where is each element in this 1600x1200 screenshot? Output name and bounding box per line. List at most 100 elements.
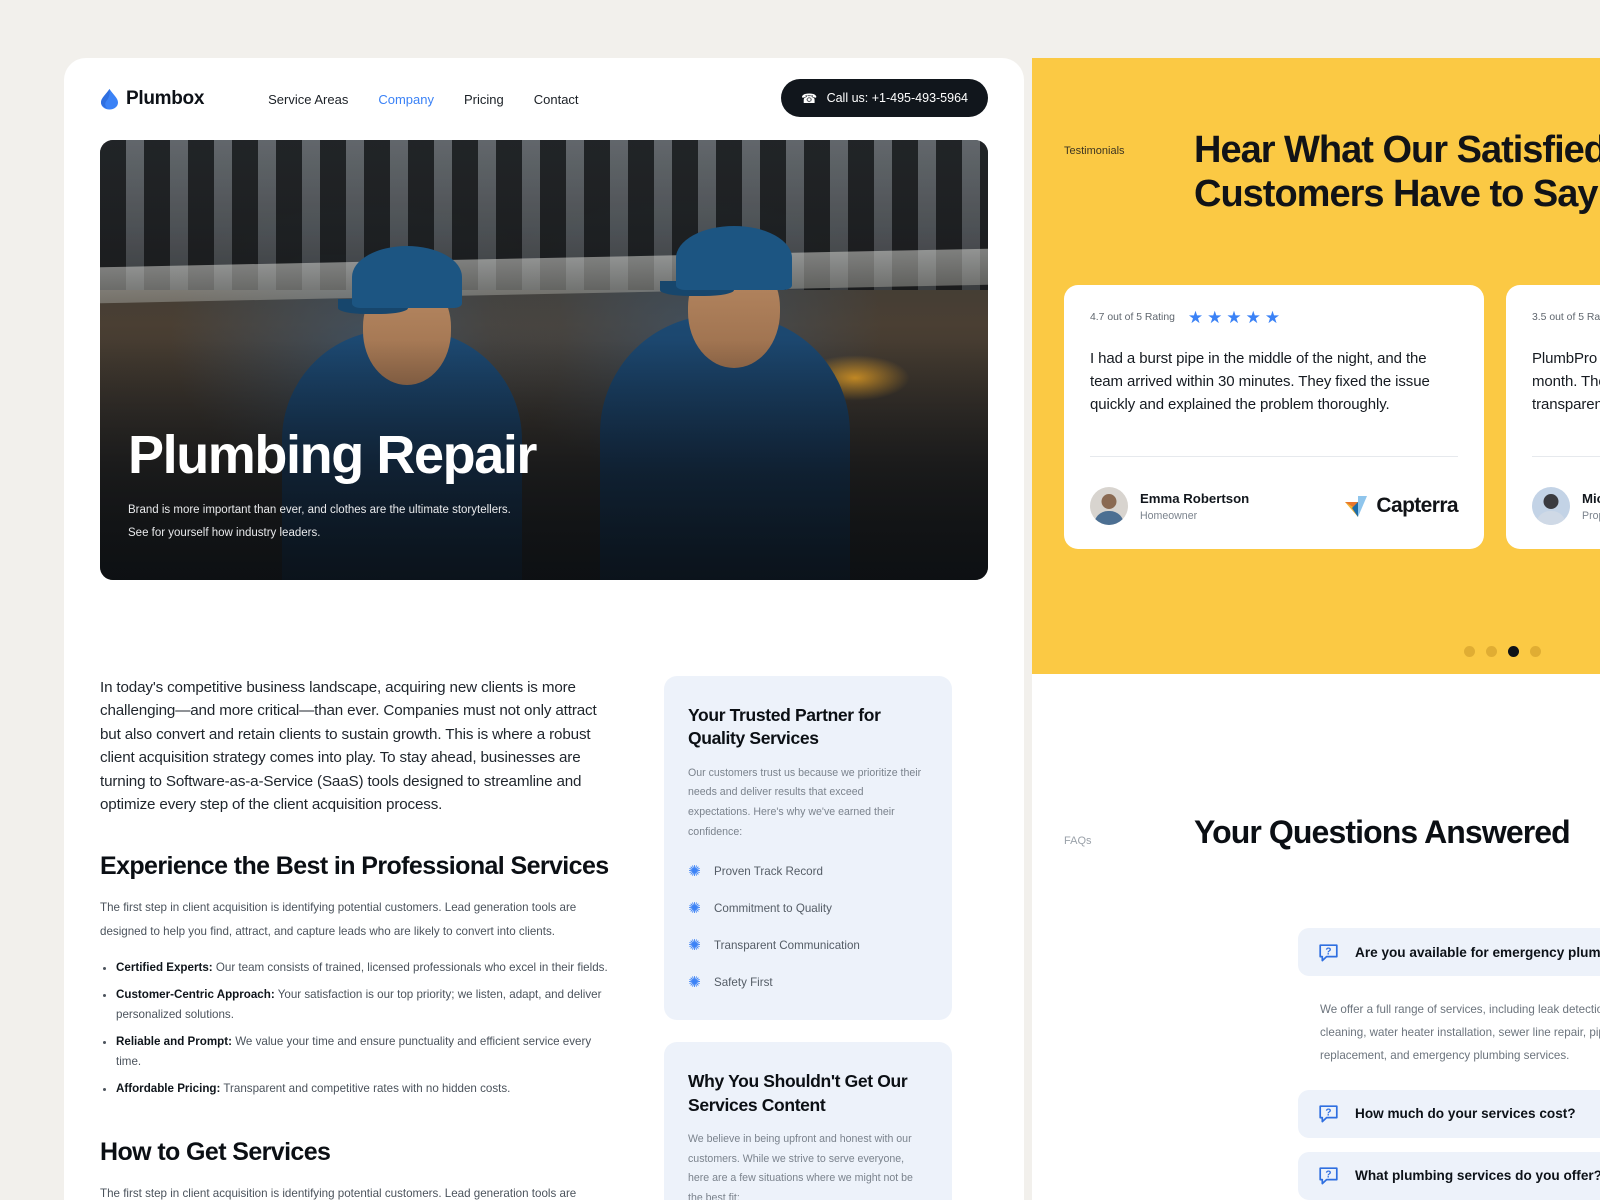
bullet-text: Our team consists of trained, licensed p… xyxy=(212,960,608,974)
card-heading: Why You Shouldn't Get Our Services Conte… xyxy=(688,1071,908,1115)
svg-text:?: ? xyxy=(1325,1169,1331,1180)
asterisk-icon: ✺ xyxy=(688,937,701,955)
phone-icon: ☎ xyxy=(801,90,818,106)
feature-row: ✺ Safety First xyxy=(688,975,928,990)
bullet-label: Certified Experts: xyxy=(116,960,213,974)
call-us-button[interactable]: ☎ Call us: +1-495-493-5964 xyxy=(781,79,988,117)
divider xyxy=(1532,456,1600,457)
list-item: Affordable Pricing: Transparent and comp… xyxy=(116,1079,612,1099)
brand-logo[interactable]: Plumbox xyxy=(100,88,204,110)
feature-row: ✺ Commitment to Quality xyxy=(688,901,928,916)
feature-label: Transparent Communication xyxy=(714,939,860,953)
author-role: Homeowner xyxy=(1140,509,1198,522)
faq-item-services[interactable]: ? What plumbing services do you offer? xyxy=(1298,1151,1600,1200)
feature-row: ✺ Proven Track Record xyxy=(688,864,928,879)
section-heading-how-to-get-services: How to Get Services xyxy=(100,1138,331,1167)
card-paragraph: We believe in being upfront and honest w… xyxy=(688,1133,913,1200)
author-role: Property Manager xyxy=(1582,509,1600,522)
page-panel: Plumbox Service Areas Company Pricing Co… xyxy=(64,58,1024,1200)
list-item: Certified Experts: Our team consists of … xyxy=(116,958,612,978)
card-trusted-partner: Your Trusted Partner for Quality Service… xyxy=(664,676,952,1021)
carousel-dot-4[interactable] xyxy=(1530,646,1541,657)
right-column: Testimonials Hear What Our Satisfied Cus… xyxy=(1032,58,1600,1200)
testimonial-quote: I had a burst pipe in the middle of the … xyxy=(1090,350,1430,413)
list-item: Customer-Centric Approach: Your satisfac… xyxy=(116,985,612,1025)
rating-text: 4.7 out of 5 Rating xyxy=(1090,312,1175,323)
card-paragraph: Our customers trust us because we priori… xyxy=(688,766,922,838)
carousel-dot-1[interactable] xyxy=(1464,646,1475,657)
faq-eyebrow: FAQs xyxy=(1064,835,1092,847)
author-name: Michael Chen xyxy=(1582,490,1600,506)
card-why-not: Why You Shouldn't Get Our Services Conte… xyxy=(664,1042,952,1200)
rating-row: 4.7 out of 5 Rating ★ ★ ★ ★ ★ xyxy=(1090,309,1458,326)
nav-link-pricing[interactable]: Pricing xyxy=(464,92,504,107)
water-drop-icon xyxy=(100,88,119,110)
svg-text:?: ? xyxy=(1325,946,1331,957)
nav-link-company[interactable]: Company xyxy=(378,92,434,107)
nav-link-service-areas[interactable]: Service Areas xyxy=(268,92,348,107)
nav-links: Service Areas Company Pricing Contact xyxy=(268,92,578,107)
star-rating: ★ ★ ★ ★ ★ xyxy=(1188,309,1280,326)
question-bubble-icon: ? xyxy=(1318,1165,1339,1186)
bullet-label: Affordable Pricing: xyxy=(116,1081,221,1095)
article-column: In today's competitive business landscap… xyxy=(100,676,612,1200)
card-heading: Your Trusted Partner for Quality Service… xyxy=(688,705,881,749)
nav-link-contact[interactable]: Contact xyxy=(534,92,579,107)
testimonial-footer: Michael Chen Property Manager xyxy=(1532,487,1600,525)
rating-row: 3.5 out of 5 Rating ★ ★ ★ ★ xyxy=(1532,309,1600,326)
star-icon: ★ xyxy=(1207,308,1223,327)
asterisk-icon: ✺ xyxy=(688,900,701,918)
faq-question: What plumbing services do you offer? xyxy=(1355,1168,1600,1184)
faq-item-cost[interactable]: ? How much do your services cost? xyxy=(1298,1089,1600,1138)
section-heading-experience: Experience the Best in Professional Serv… xyxy=(100,852,609,881)
testimonial-card-carousel[interactable]: 4.7 out of 5 Rating ★ ★ ★ ★ ★ I had a bu… xyxy=(1064,285,1600,549)
screenshot-root: Plumbox Service Areas Company Pricing Co… xyxy=(0,0,1600,1200)
brand-name: Plumbox xyxy=(126,88,205,109)
asterisk-icon: ✺ xyxy=(688,974,701,992)
feature-label: Safety First xyxy=(714,976,773,990)
faq-section: FAQs Your Questions Answered ? Are you a… xyxy=(1032,674,1600,1200)
call-us-label: Call us: +1-495-493-5964 xyxy=(826,91,968,105)
avatar xyxy=(1090,487,1128,525)
testimonials-eyebrow: Testimonials xyxy=(1064,145,1125,157)
faq-question: Are you available for emergency plumbing… xyxy=(1355,944,1600,960)
bullet-label: Reliable and Prompt: xyxy=(116,1034,232,1048)
capterra-mark-icon xyxy=(1343,493,1369,519)
star-icon: ★ xyxy=(1226,308,1242,327)
feature-label: Proven Track Record xyxy=(714,865,823,879)
svg-text:?: ? xyxy=(1325,1107,1331,1118)
experience-bullet-list: Certified Experts: Our team consists of … xyxy=(100,958,612,1099)
carousel-dot-2[interactable] xyxy=(1486,646,1497,657)
sidebar-cards: Your Trusted Partner for Quality Service… xyxy=(664,676,952,1200)
section-paragraph-how-to-get-services: The first step in client acquisition is … xyxy=(100,1187,577,1200)
hero-worker-right-cap xyxy=(676,226,792,290)
bullet-text: Transparent and competitive rates with n… xyxy=(220,1081,511,1095)
bullet-label: Customer-Centric Approach: xyxy=(116,987,275,1001)
hero-subtitle: Brand is more important than ever, and c… xyxy=(128,504,511,539)
feature-row: ✺ Transparent Communication xyxy=(688,938,928,953)
question-bubble-icon: ? xyxy=(1318,1103,1339,1124)
faq-question: How much do your services cost? xyxy=(1355,1106,1576,1122)
hero-title: Plumbing Repair xyxy=(128,425,537,486)
section-paragraph-experience: The first step in client acquisition is … xyxy=(100,901,577,938)
author-name: Emma Robertson xyxy=(1140,490,1250,506)
testimonial-card: 3.5 out of 5 Rating ★ ★ ★ ★ PlumbPro ins… xyxy=(1506,285,1600,549)
faq-item-emergency[interactable]: ? Are you available for emergency plumbi… xyxy=(1298,928,1600,976)
faq-answer: We offer a full range of services, inclu… xyxy=(1320,1003,1600,1063)
star-icon: ★ xyxy=(1264,308,1281,327)
hero-banner: Plumbing Repair Brand is more important … xyxy=(100,140,988,580)
avatar xyxy=(1532,487,1570,525)
divider xyxy=(1090,456,1458,457)
star-icon: ★ xyxy=(1245,308,1261,327)
testimonials-section: Testimonials Hear What Our Satisfied Cus… xyxy=(1032,58,1600,674)
hero-worker-left-cap xyxy=(352,246,462,308)
article-lead-paragraph: In today's competitive business landscap… xyxy=(100,679,597,814)
star-icon: ★ xyxy=(1187,308,1204,327)
testimonial-footer: Emma Robertson Homeowner Capterra xyxy=(1090,487,1459,525)
top-navbar: Plumbox Service Areas Company Pricing Co… xyxy=(64,58,1024,140)
carousel-dot-3[interactable] xyxy=(1508,646,1519,657)
testimonials-title: Hear What Our Satisfied Customers Have t… xyxy=(1194,129,1600,216)
testimonial-card: 4.7 out of 5 Rating ★ ★ ★ ★ ★ I had a bu… xyxy=(1064,285,1484,549)
hero-copy: Plumbing Repair Brand is more important … xyxy=(128,425,688,544)
